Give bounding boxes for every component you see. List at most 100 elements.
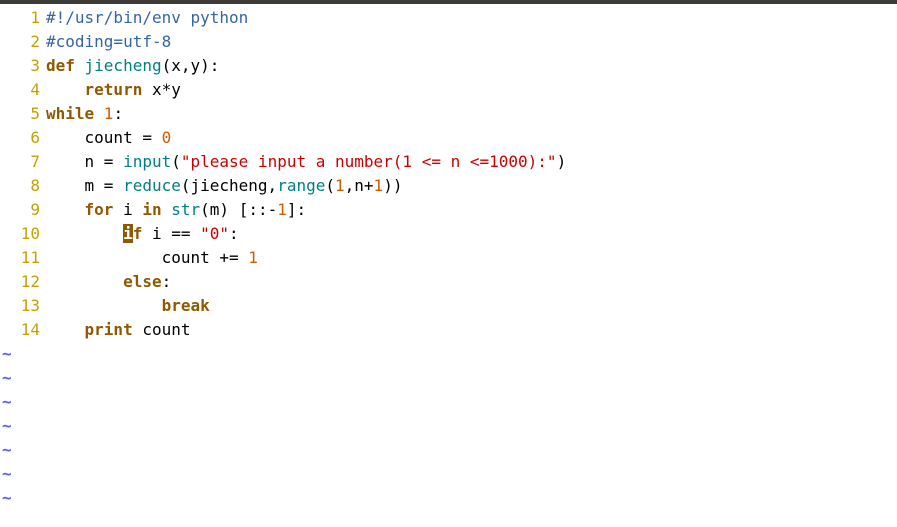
close: )): [383, 176, 402, 195]
loop-var: i: [113, 200, 142, 219]
code-line[interactable]: 9 for i in str(m) [::-1]:: [0, 198, 897, 222]
kw-for: for: [85, 200, 114, 219]
tilde-icon: ~: [0, 486, 12, 510]
empty-line: ~: [0, 438, 897, 462]
line-number: 13: [0, 294, 46, 318]
tilde-icon: ~: [0, 414, 12, 438]
comma: ,n+: [345, 176, 374, 195]
code-line[interactable]: 13 break: [0, 294, 897, 318]
colon: :: [113, 104, 123, 123]
num: 1: [335, 176, 345, 195]
line-number: 6: [0, 126, 46, 150]
code-editor[interactable]: 1 #!/usr/bin/env python 2 #coding=utf-8 …: [0, 4, 897, 510]
empty-line: ~: [0, 366, 897, 390]
line-number: 8: [0, 174, 46, 198]
line-number: 3: [0, 54, 46, 78]
line-number: 10: [0, 222, 46, 246]
slice-close: ]:: [287, 200, 306, 219]
indent: [46, 296, 162, 315]
text-cursor: i: [123, 224, 133, 243]
colon: :: [229, 224, 239, 243]
indent: [46, 320, 85, 339]
signature: (x,y):: [162, 56, 220, 75]
sp: [162, 200, 172, 219]
code-line[interactable]: 10 if i == "0":: [0, 222, 897, 246]
code-line[interactable]: 11 count += 1: [0, 246, 897, 270]
assign: count =: [85, 128, 162, 147]
kw-in: in: [142, 200, 161, 219]
tilde-icon: ~: [0, 366, 12, 390]
kw-def: def: [46, 56, 85, 75]
num: 1: [248, 248, 258, 267]
slice-open: (m) [::-: [200, 200, 277, 219]
indent: [46, 200, 85, 219]
string-literal: "please input a number(1 <= n <=1000):": [181, 152, 557, 171]
line-number: 9: [0, 198, 46, 222]
args-open: (: [325, 176, 335, 195]
open: (jiecheng,: [181, 176, 277, 195]
line-number: 5: [0, 102, 46, 126]
empty-line: ~: [0, 390, 897, 414]
code-line[interactable]: 12 else:: [0, 270, 897, 294]
fn-input: input: [123, 152, 171, 171]
fn-range: range: [277, 176, 325, 195]
indent: [46, 176, 85, 195]
string-literal: "0": [200, 224, 229, 243]
line-number: 4: [0, 78, 46, 102]
tilde-icon: ~: [0, 462, 12, 486]
code-line[interactable]: 5 while 1:: [0, 102, 897, 126]
code-line[interactable]: 14 print count: [0, 318, 897, 342]
line-number: 2: [0, 30, 46, 54]
line-number: 11: [0, 246, 46, 270]
expr: x*y: [142, 80, 181, 99]
kw-break: break: [162, 296, 210, 315]
tilde-icon: ~: [0, 342, 12, 366]
indent: [46, 224, 123, 243]
fn-str: str: [171, 200, 200, 219]
indent: [46, 128, 85, 147]
code-line[interactable]: 7 n = input("please input a number(1 <= …: [0, 150, 897, 174]
empty-line: ~: [0, 462, 897, 486]
assign: m =: [85, 176, 124, 195]
line-number: 1: [0, 6, 46, 30]
code-line[interactable]: 8 m = reduce(jiecheng,range(1,n+1)): [0, 174, 897, 198]
kw-print: print: [85, 320, 133, 339]
code-line[interactable]: 1 #!/usr/bin/env python: [0, 6, 897, 30]
num: 1: [277, 200, 287, 219]
kw-else: else: [123, 272, 162, 291]
num: 0: [162, 128, 172, 147]
open-paren: (: [171, 152, 181, 171]
kw-while: while: [46, 104, 104, 123]
indent: [46, 272, 123, 291]
indent: [46, 80, 85, 99]
indent: [46, 152, 85, 171]
empty-line: ~: [0, 414, 897, 438]
line-number: 7: [0, 150, 46, 174]
line-number: 14: [0, 318, 46, 342]
num: 1: [104, 104, 114, 123]
colon: :: [162, 272, 172, 291]
shebang-comment: #!/usr/bin/env python: [46, 8, 248, 27]
tilde-icon: ~: [0, 438, 12, 462]
indent: [46, 248, 162, 267]
expr: count: [133, 320, 191, 339]
tilde-icon: ~: [0, 390, 12, 414]
expr: count +=: [162, 248, 249, 267]
code-line[interactable]: 3 def jiecheng(x,y):: [0, 54, 897, 78]
kw-return: return: [85, 80, 143, 99]
code-line[interactable]: 2 #coding=utf-8: [0, 30, 897, 54]
empty-line: ~: [0, 342, 897, 366]
kw-if-rest: f: [133, 224, 143, 243]
fn-reduce: reduce: [123, 176, 181, 195]
assign: n =: [85, 152, 124, 171]
coding-comment: #coding=utf-8: [46, 32, 171, 51]
line-number: 12: [0, 270, 46, 294]
empty-line: ~: [0, 486, 897, 510]
code-line[interactable]: 6 count = 0: [0, 126, 897, 150]
num: 1: [374, 176, 384, 195]
code-line[interactable]: 4 return x*y: [0, 78, 897, 102]
cond: i ==: [142, 224, 200, 243]
close-paren: ): [557, 152, 567, 171]
kw-if: if: [123, 224, 142, 243]
fn-name: jiecheng: [85, 56, 162, 75]
